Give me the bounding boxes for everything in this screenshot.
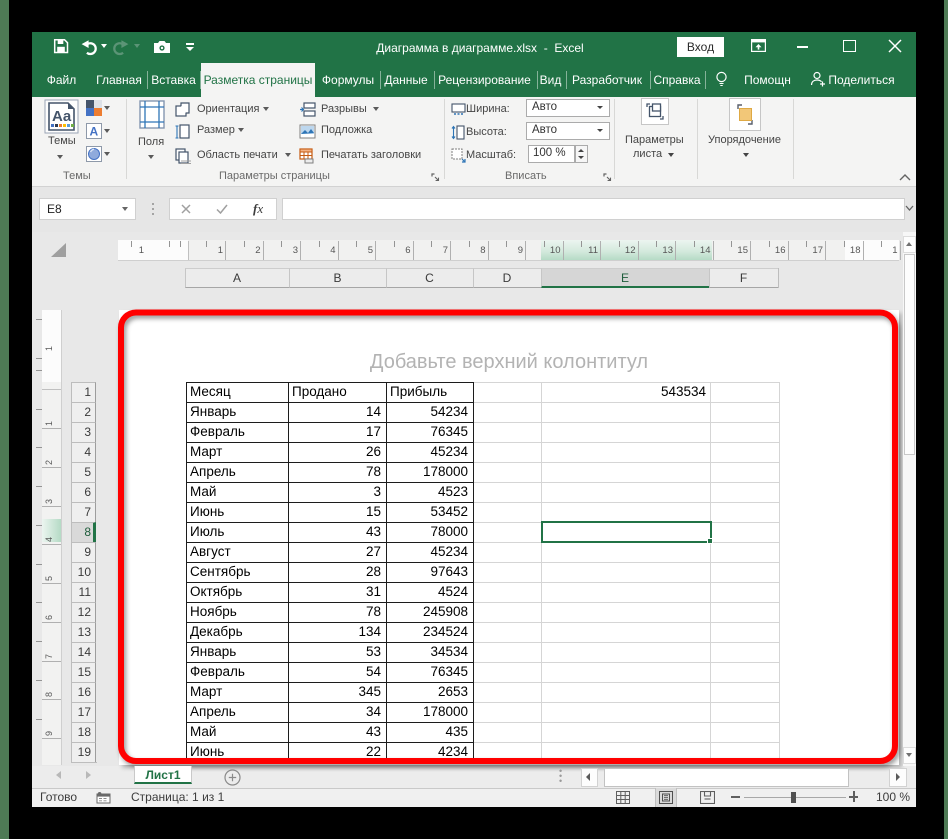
svg-text:Aa: Aa [52, 108, 72, 125]
svg-text:A: A [90, 125, 99, 139]
